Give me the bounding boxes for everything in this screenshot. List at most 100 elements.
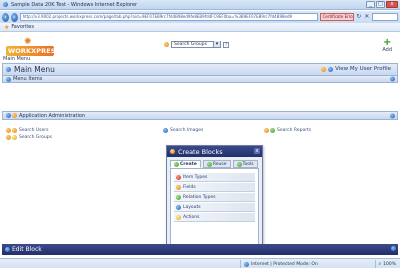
zoom-magnifier-icon: ⌕	[378, 262, 382, 267]
main-menu-icon	[6, 67, 11, 72]
certificate-error-badge[interactable]: Certificate Error	[319, 13, 354, 21]
search-users-label: Search Users	[19, 128, 49, 133]
favorites-label[interactable]: Favorites	[11, 24, 34, 30]
search-users-link[interactable]: Search Users	[6, 128, 49, 133]
edit-block-icon	[5, 247, 10, 252]
search-reports-icon	[264, 128, 269, 133]
zoom-control[interactable]: ⌕ 100%	[374, 260, 396, 268]
minimize-button[interactable]: _	[366, 1, 375, 8]
tab-create[interactable]: Create	[170, 160, 201, 168]
search-images-link[interactable]: Search Images	[163, 128, 203, 133]
refresh-icon[interactable]: ↻	[356, 13, 362, 21]
layouts-option[interactable]: Layouts	[174, 203, 255, 212]
groups-icon	[164, 42, 169, 47]
status-bar: Internet | Protected Mode: On ⌕ 100%	[0, 258, 400, 268]
logo-text: WORKXPRESS	[6, 46, 61, 56]
item-types-icon	[176, 174, 181, 180]
search-users-icon-2	[12, 128, 17, 133]
address-input[interactable]: http://v3.9002.projects.workxpress.com/p…	[19, 13, 318, 21]
create-blocks-dialog: Create Blocks x Create Reuse Tools Item …	[166, 145, 263, 251]
search-groups-icon	[6, 135, 11, 140]
edit-block-bar[interactable]: Edit Block	[2, 244, 398, 255]
edit-block-expand-icon[interactable]	[391, 246, 396, 251]
layouts-icon	[176, 204, 181, 210]
reuse-icon	[206, 161, 212, 167]
add-button[interactable]: + Add	[382, 37, 392, 54]
view-profile-label: View My User Profile	[335, 66, 391, 72]
search-reports-label: Search Reports	[277, 128, 312, 133]
favorites-bar: ★ Favorites	[0, 23, 400, 32]
tab-create-label: Create	[180, 161, 197, 167]
relation-types-option[interactable]: Relation Types	[174, 193, 255, 202]
forward-button[interactable]: ›	[10, 12, 18, 22]
fields-icon	[176, 184, 181, 190]
view-profile-link[interactable]: View My User Profile	[321, 66, 391, 72]
menu-items-expand-icon[interactable]	[390, 76, 395, 82]
zoom-label: 100%	[383, 261, 396, 267]
back-button[interactable]: ‹	[2, 12, 9, 22]
search-groups-label: Search Groups	[19, 135, 52, 140]
app-admin-icon	[6, 113, 11, 118]
security-zone-label: Internet | Protected Mode: On	[251, 261, 318, 267]
relation-types-label: Relation Types	[183, 194, 216, 200]
create-blocks-tabs: Create Reuse Tools	[167, 157, 262, 168]
app-admin-expand-icon[interactable]	[390, 113, 395, 118]
actions-label: Actions	[183, 214, 200, 220]
search-groups-icon-2	[12, 135, 17, 140]
search-images-label: Search Images	[170, 128, 204, 133]
main-menu-label: Main Menu	[3, 56, 31, 62]
tab-reuse[interactable]: Reuse	[202, 160, 231, 168]
close-window-button[interactable]: x	[386, 1, 398, 8]
internet-globe-icon	[244, 261, 249, 267]
stop-icon[interactable]: ✕	[364, 13, 370, 21]
page-content: ✺ WORKXPRESS Main Menu Search Groups ? +…	[0, 33, 400, 258]
search-users-icon	[6, 128, 11, 133]
edit-block-label: Edit Block	[12, 246, 42, 253]
menu-items-label: Menu Items	[13, 76, 43, 82]
search-images-icon	[163, 128, 168, 133]
group-search: Search Groups ?	[164, 41, 229, 48]
layouts-label: Layouts	[183, 204, 201, 210]
maximize-button[interactable]: □	[376, 1, 385, 8]
item-types-label: Item Types	[183, 174, 208, 180]
create-blocks-title: Create Blocks	[178, 147, 223, 156]
security-zone[interactable]: Internet | Protected Mode: On	[240, 260, 318, 268]
actions-icon	[176, 214, 181, 220]
relation-types-icon	[176, 194, 181, 200]
add-label: Add	[382, 47, 392, 53]
menu-items-bar[interactable]: Menu Items	[2, 75, 398, 83]
search-reports-link[interactable]: Search Reports	[264, 128, 311, 133]
user-profile-icon-2	[328, 66, 334, 72]
actions-option[interactable]: Actions	[174, 213, 255, 222]
tab-tools[interactable]: Tools	[232, 160, 258, 168]
fields-option[interactable]: Fields	[174, 183, 255, 192]
address-toolbar: ‹ › http://v3.9002.projects.workxpress.c…	[0, 11, 400, 23]
search-groups-select[interactable]: Search Groups	[171, 41, 221, 48]
menu-items-icon	[6, 76, 11, 82]
search-groups-link[interactable]: Search Groups	[6, 135, 52, 140]
app-admin-label: Application Administration	[19, 112, 86, 119]
main-menu-title: Main Menu	[14, 65, 55, 74]
create-blocks-icon	[170, 149, 175, 154]
search-reports-icon-2	[270, 128, 275, 133]
app-admin-icon-2	[12, 113, 17, 118]
window-controls: _ □ x	[366, 1, 398, 8]
window-titlebar: Sample Data 20K Test - Windows Internet …	[0, 0, 400, 10]
app-admin-bar[interactable]: Application Administration	[2, 111, 398, 120]
create-blocks-header[interactable]: Create Blocks x	[167, 146, 262, 157]
add-plus-icon: +	[382, 37, 392, 48]
create-blocks-list: Item Types Fields Relation Types Layouts…	[170, 168, 259, 250]
user-profile-icon	[321, 66, 327, 72]
window-title: Sample Data 20K Test - Windows Internet …	[11, 1, 138, 8]
help-button[interactable]: ?	[223, 41, 229, 48]
tools-icon	[236, 161, 242, 167]
item-types-option[interactable]: Item Types	[174, 173, 255, 182]
fields-label: Fields	[183, 184, 196, 190]
tab-reuse-label: Reuse	[212, 161, 227, 167]
favorites-star-icon[interactable]: ★	[4, 24, 9, 31]
ie-logo-icon	[3, 2, 8, 7]
create-icon	[174, 161, 179, 167]
ie-search-input[interactable]	[371, 13, 398, 21]
tab-tools-label: Tools	[242, 161, 254, 167]
close-dialog-button[interactable]: x	[254, 148, 260, 154]
